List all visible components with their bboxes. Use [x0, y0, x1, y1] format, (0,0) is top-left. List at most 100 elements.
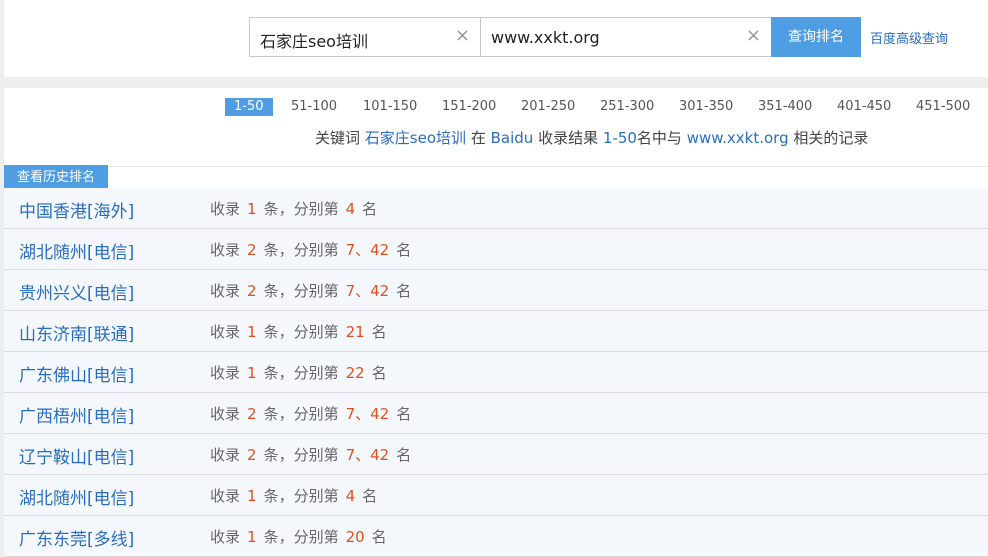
rank-prefix: 收录: [210, 241, 241, 259]
rank-positions: 7、42: [345, 405, 390, 423]
rank-middle: 条，分别第: [263, 364, 339, 382]
indexed-count: 1: [247, 323, 257, 341]
rank-positions: 21: [345, 323, 365, 341]
location-link[interactable]: 山东济南[联通]: [19, 320, 134, 345]
rank-positions: 4: [345, 487, 356, 505]
rank-info: 收录 2 条，分别第 7、42 名: [210, 444, 411, 465]
rank-positions: 7、42: [345, 241, 390, 259]
rank-positions: 4: [345, 200, 356, 218]
indexed-count: 2: [247, 446, 257, 464]
rank-suffix: 名: [396, 446, 412, 464]
list-item: 辽宁鞍山[电信] 收录 2 条，分别第 7、42 名: [4, 434, 988, 475]
list-item: 广东佛山[电信] 收录 1 条，分别第 22 名: [4, 352, 988, 393]
location-link[interactable]: 中国香港[海外]: [19, 197, 134, 222]
indexed-count: 2: [247, 405, 257, 423]
rank-info: 收录 1 条，分别第 20 名: [210, 526, 387, 547]
rank-info: 收录 2 条，分别第 7、42 名: [210, 403, 411, 424]
list-item: 湖北随州[电信] 收录 1 条，分别第 4 名: [4, 475, 988, 516]
page-link[interactable]: 201-250: [521, 98, 575, 116]
page-link[interactable]: 301-350: [679, 98, 733, 116]
summary-engine: Baidu: [490, 129, 534, 147]
list-item: 贵州兴义[电信] 收录 2 条，分别第 7、42 名: [4, 270, 988, 311]
site-input-value: www.xxkt.org: [491, 28, 600, 47]
rank-middle: 条，分别第: [263, 282, 339, 300]
rank-suffix: 名: [362, 487, 378, 505]
rank-positions: 7、42: [345, 446, 390, 464]
summary-in: 在: [470, 129, 486, 147]
rank-middle: 条，分别第: [263, 405, 339, 423]
rank-positions: 20: [345, 528, 365, 546]
rank-prefix: 收录: [210, 364, 241, 382]
indexed-count: 1: [247, 200, 257, 218]
list-item: 广东东莞[多线] 收录 1 条，分别第 20 名: [4, 516, 988, 557]
rank-info: 收录 2 条，分别第 7、42 名: [210, 280, 411, 301]
location-link[interactable]: 广东东莞[多线]: [19, 525, 134, 550]
site-input[interactable]: www.xxkt.org ×: [480, 17, 772, 57]
list-item: 山东济南[联通] 收录 1 条，分别第 21 名: [4, 311, 988, 352]
rank-middle: 条，分别第: [263, 487, 339, 505]
location-link[interactable]: 湖北随州[电信]: [19, 238, 134, 263]
page-link[interactable]: 401-450: [837, 98, 891, 116]
summary-results-label: 收录结果: [538, 129, 599, 147]
indexed-count: 1: [247, 487, 257, 505]
rank-prefix: 收录: [210, 282, 241, 300]
rank-prefix: 收录: [210, 323, 241, 341]
rank-prefix: 收录: [210, 446, 241, 464]
rank-suffix: 名: [371, 528, 387, 546]
list-item: 广西梧州[电信] 收录 2 条，分别第 7、42 名: [4, 393, 988, 434]
location-link[interactable]: 广西梧州[电信]: [19, 402, 134, 427]
ranking-list: 中国香港[海外] 收录 1 条，分别第 4 名湖北随州[电信] 收录 2 条，分别第 7、42 名贵…: [4, 188, 988, 557]
rank-positions: 22: [345, 364, 365, 382]
rank-middle: 条，分别第: [263, 446, 339, 464]
rank-suffix: 名: [371, 323, 387, 341]
rank-info: 收录 1 条，分别第 4 名: [210, 198, 377, 219]
location-link[interactable]: 广东佛山[电信]: [19, 361, 134, 386]
page-link[interactable]: 451-500: [916, 98, 970, 116]
summary-keyword[interactable]: 石家庄seo培训: [365, 129, 466, 147]
rank-suffix: 名: [396, 282, 412, 300]
clear-keyword-icon[interactable]: ×: [455, 26, 470, 46]
clear-site-icon[interactable]: ×: [746, 26, 761, 46]
divider: [4, 166, 988, 167]
indexed-count: 2: [247, 282, 257, 300]
list-item: 湖北随州[电信] 收录 2 条，分别第 7、42 名: [4, 229, 988, 270]
list-item: 中国香港[海外] 收录 1 条，分别第 4 名: [4, 188, 988, 229]
history-ranking-tab[interactable]: 查看历史排名: [4, 165, 108, 188]
indexed-count: 2: [247, 241, 257, 259]
page-link[interactable]: 51-100: [291, 98, 337, 116]
rank-info: 收录 2 条，分别第 7、42 名: [210, 239, 411, 260]
rank-suffix: 名: [396, 241, 412, 259]
indexed-count: 1: [247, 364, 257, 382]
page-link[interactable]: 1-50: [225, 98, 273, 116]
indexed-count: 1: [247, 528, 257, 546]
rank-info: 收录 1 条，分别第 22 名: [210, 362, 387, 383]
rank-middle: 条，分别第: [263, 528, 339, 546]
location-link[interactable]: 辽宁鞍山[电信]: [19, 443, 134, 468]
keyword-input[interactable]: 石家庄seo培训 ×: [249, 17, 481, 57]
summary-range: 1-50: [602, 129, 637, 147]
rank-suffix: 名: [362, 200, 378, 218]
page-link[interactable]: 251-300: [600, 98, 654, 116]
summary-site[interactable]: www.xxkt.org: [687, 129, 789, 147]
summary-suffix: 相关的记录: [793, 129, 869, 147]
location-link[interactable]: 湖北随州[电信]: [19, 484, 134, 509]
search-bar: 石家庄seo培训 × www.xxkt.org × 查询排名 百度高级查询: [4, 0, 988, 77]
rank-suffix: 名: [396, 405, 412, 423]
page-link[interactable]: 101-150: [363, 98, 417, 116]
rank-suffix: 名: [371, 364, 387, 382]
keyword-input-value: 石家庄seo培训: [260, 32, 368, 51]
query-rank-button[interactable]: 查询排名: [771, 17, 861, 57]
summary-middle: 名中与: [636, 129, 682, 147]
rank-info: 收录 1 条，分别第 4 名: [210, 485, 377, 506]
rank-prefix: 收录: [210, 405, 241, 423]
advanced-query-link[interactable]: 百度高级查询: [870, 28, 948, 47]
location-link[interactable]: 贵州兴义[电信]: [19, 279, 134, 304]
rank-prefix: 收录: [210, 200, 241, 218]
result-summary: 关键词 石家庄seo培训 在 Baidu 收录结果 1-50名中与 www.xx…: [315, 127, 868, 148]
rank-info: 收录 1 条，分别第 21 名: [210, 321, 387, 342]
summary-prefix: 关键词: [315, 129, 361, 147]
rank-prefix: 收录: [210, 487, 241, 505]
page-link[interactable]: 151-200: [442, 98, 496, 116]
rank-middle: 条，分别第: [263, 323, 339, 341]
page-link[interactable]: 351-400: [758, 98, 812, 116]
